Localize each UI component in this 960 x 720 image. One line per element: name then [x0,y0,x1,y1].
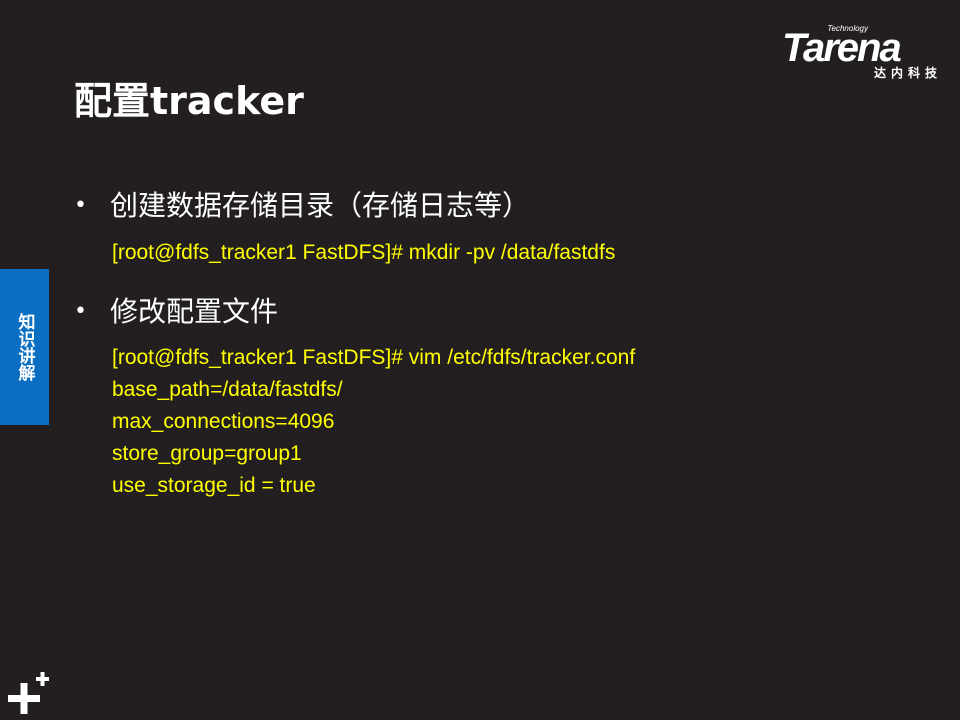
code-block: [root@fdfs_tracker1 FastDFS]# mkdir -pv … [112,237,615,269]
bullet-text: 修改配置文件 [110,295,279,328]
code-line: use_storage_id = true [112,474,316,497]
code-line: [root@fdfs_tracker1 FastDFS]# vim /etc/f… [112,346,636,369]
side-tab-label: 知识讲解 [14,313,35,381]
bullet-item: • 创建数据存储目录（存储日志等） [74,184,530,224]
code-line: [root@fdfs_tracker1 FastDFS]# mkdir -pv … [112,241,616,264]
code-block: [root@fdfs_tracker1 FastDFS]# vim /etc/f… [112,342,635,502]
logo-wordmark: Tarena [782,26,902,70]
side-tab: 知识讲解 [0,269,49,425]
logo-chinese-name: 达内科技 [873,66,942,80]
code-line: base_path=/data/fastdfs/ [112,378,343,401]
tarena-logo: Technology Tarena 达内科技 [780,22,950,84]
bullet-dot-icon: • [74,299,87,324]
bullet-text: 创建数据存储目录（存储日志等） [110,189,531,222]
slide-title: 配置tracker [74,79,304,123]
code-line: max_connections=4096 [112,410,335,433]
code-line: store_group=group1 [112,442,302,465]
bullet-dot-icon: • [74,193,87,218]
bullet-item: • 修改配置文件 [74,290,278,330]
plus-plus-icon [8,672,49,714]
slide: Technology Tarena 达内科技 配置tracker 知识讲解 • 创… [0,0,960,720]
